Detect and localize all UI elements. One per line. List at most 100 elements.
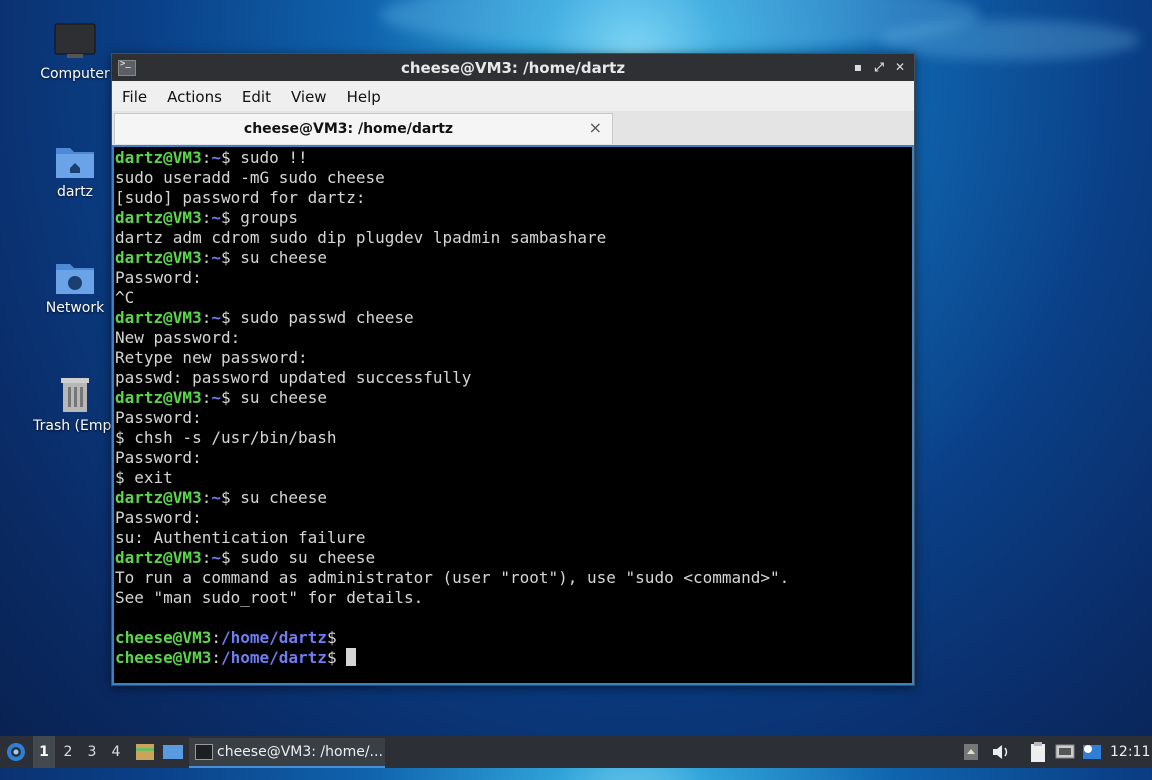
prompt-user: dartz@VM3 — [115, 208, 202, 227]
terminal-line: $ exit — [115, 468, 911, 488]
workspace-2[interactable]: 2 — [57, 736, 79, 768]
chevron-up-icon — [964, 744, 978, 760]
notifications-button[interactable] — [1080, 736, 1104, 768]
terminal-line: dartz@VM3:~$ sudo su cheese — [115, 548, 376, 567]
desktop-icon-label: Trash (Empt — [33, 418, 117, 434]
task-terminal[interactable]: cheese@VM3: /home/... — [189, 738, 385, 768]
terminal-line: Password: — [115, 268, 911, 288]
output-text: Password: — [115, 508, 202, 527]
terminal-line: su: Authentication failure — [115, 528, 911, 548]
network-folder-icon — [56, 264, 94, 294]
terminal-line: cheese@VM3:/home/dartz$ — [115, 628, 337, 647]
prompt-user: cheese@VM3 — [115, 648, 212, 667]
network-icon — [1055, 744, 1075, 759]
tab-terminal[interactable]: cheese@VM3: /home/dartz × — [114, 113, 613, 144]
output-text: New password: — [115, 328, 241, 347]
desktop-icon-label: dartz — [56, 184, 94, 200]
menu-edit[interactable]: Edit — [232, 81, 281, 106]
workspace-1[interactable]: 1 — [33, 736, 55, 768]
tab-label: cheese@VM3: /home/dartz — [243, 121, 454, 137]
maximize-button[interactable]: ⤢ — [871, 59, 887, 75]
desktop-icon-dartz[interactable]: dartz — [27, 140, 123, 200]
command-text — [337, 648, 347, 667]
wallpaper-highlight — [880, 20, 1140, 60]
prompt-path: ~ — [211, 308, 221, 327]
output-text: Password: — [115, 268, 202, 287]
prompt-path: ~ — [211, 488, 221, 507]
menu-help[interactable]: Help — [337, 81, 391, 106]
terminal-line: Password: — [115, 448, 911, 468]
menu-file[interactable]: File — [112, 81, 157, 106]
terminal-icon — [195, 744, 213, 760]
command-text: groups — [230, 208, 299, 227]
desktop-icon-label: Computer — [40, 66, 110, 82]
output-text: $ exit — [115, 468, 173, 487]
output-text: dartz adm cdrom sudo dip plugdev lpadmin… — [115, 228, 607, 247]
output-text: Retype new password: — [115, 348, 308, 367]
prompt-user: cheese@VM3 — [115, 628, 212, 647]
terminal-line: See "man sudo_root" for details. — [115, 588, 911, 608]
prompt-path: /home/dartz — [220, 628, 327, 647]
file-manager-icon — [136, 744, 154, 760]
file-manager-launcher[interactable] — [134, 736, 156, 768]
terminal-output[interactable]: dartz@VM3:~$ sudo !! sudo useradd -mG sud… — [112, 145, 914, 685]
text-cursor — [346, 648, 357, 666]
desktop-icon-network[interactable]: Network — [27, 256, 123, 316]
task-label: cheese@VM3: /home/... — [217, 744, 383, 760]
terminal-line: [sudo] password for dartz: — [115, 188, 911, 208]
prompt-path: ~ — [211, 388, 221, 407]
workspace-4[interactable]: 4 — [105, 736, 127, 768]
app-menu-button[interactable] — [4, 736, 28, 768]
output-text: sudo useradd -mG sudo cheese — [115, 168, 385, 187]
tab-bar: cheese@VM3: /home/dartz × — [112, 111, 914, 146]
prompt-user: dartz@VM3 — [115, 248, 202, 267]
clipboard-button[interactable] — [1027, 736, 1049, 768]
prompt-path: ~ — [211, 548, 221, 567]
output-text: See "man sudo_root" for details. — [115, 588, 424, 607]
close-button[interactable]: ✕ — [892, 59, 908, 75]
terminal-line: Password: — [115, 508, 911, 528]
output-text: su: Authentication failure — [115, 528, 366, 547]
output-text: $ chsh -s /usr/bin/bash — [115, 428, 337, 447]
show-desktop-button[interactable] — [161, 736, 185, 768]
command-text: su cheese — [230, 388, 327, 407]
prompt-user: dartz@VM3 — [115, 148, 202, 167]
volume-button[interactable] — [990, 736, 1012, 768]
terminal-line: New password: — [115, 328, 911, 348]
tray-arrow[interactable] — [962, 736, 980, 768]
network-button[interactable] — [1054, 736, 1076, 768]
terminal-window[interactable]: cheese@VM3: /home/dartz ▪ ⤢ ✕ FileAction… — [111, 53, 915, 686]
taskbar: 1 2 3 4 cheese@VM3: /home/... 12:11 — [0, 736, 1152, 768]
command-text: su cheese — [230, 248, 327, 267]
minimize-button[interactable]: ▪ — [850, 59, 866, 75]
terminal-line: dartz@VM3:~$ groups — [115, 208, 299, 227]
home-folder-icon — [56, 148, 94, 178]
menu-actions[interactable]: Actions — [157, 81, 232, 106]
desktop-icon-trash[interactable]: Trash (Empt — [27, 372, 123, 434]
window-title: cheese@VM3: /home/dartz — [400, 59, 626, 77]
command-text: sudo passwd cheese — [230, 308, 414, 327]
terminal-line: Password: — [115, 408, 911, 428]
notification-icon — [1083, 745, 1101, 759]
window-titlebar[interactable]: cheese@VM3: /home/dartz ▪ ⤢ ✕ — [112, 54, 914, 81]
menu-view[interactable]: View — [281, 81, 337, 106]
prompt-user: dartz@VM3 — [115, 548, 202, 567]
prompt-user: dartz@VM3 — [115, 308, 202, 327]
prompt-user: dartz@VM3 — [115, 388, 202, 407]
clock[interactable]: 12:11 — [1110, 736, 1150, 768]
volume-icon — [993, 745, 1008, 759]
workspace-3[interactable]: 3 — [81, 736, 103, 768]
output-text: To run a command as administrator (user … — [115, 568, 790, 587]
desktop-icon-computer[interactable]: Computer — [27, 22, 123, 82]
tab-close-icon[interactable]: × — [589, 118, 602, 137]
output-text: Password: — [115, 408, 202, 427]
desktop-icon-label: Network — [45, 300, 105, 316]
terminal-line: To run a command as administrator (user … — [115, 568, 911, 588]
terminal-line: dartz adm cdrom sudo dip plugdev lpadmin… — [115, 228, 911, 248]
terminal-line: cheese@VM3:/home/dartz$ — [115, 648, 911, 668]
output-text: passwd: password updated successfully — [115, 368, 472, 387]
terminal-line: $ chsh -s /usr/bin/bash — [115, 428, 911, 448]
desktop-icon — [163, 745, 183, 759]
output-text: Password: — [115, 448, 202, 467]
